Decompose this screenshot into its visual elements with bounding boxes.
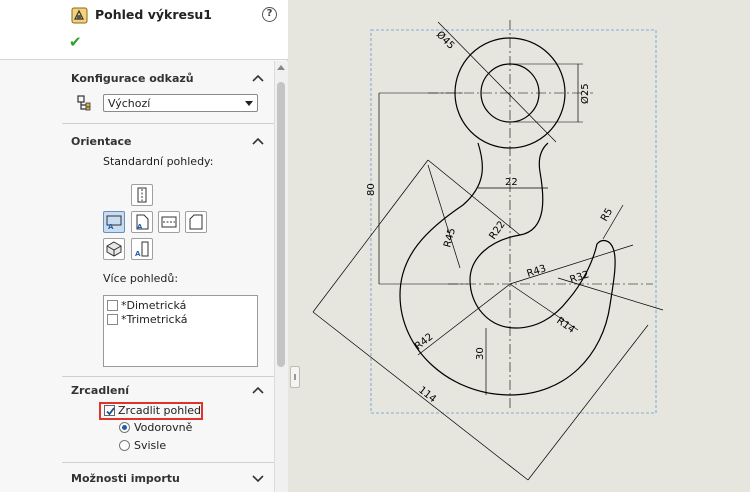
list-item-label: *Dimetrická <box>121 299 187 312</box>
panel-header: Pohled výkresu1 ? ✔ <box>0 0 288 60</box>
checkbox[interactable] <box>107 314 118 325</box>
view-bottom-button[interactable] <box>158 211 180 233</box>
standard-views-label: Standardní pohledy: <box>103 155 214 168</box>
dim-r42-leader <box>417 283 511 356</box>
dim-label-r14: R14 <box>554 315 576 335</box>
dim-label-l114: 114 <box>416 385 438 405</box>
list-item-trimetric[interactable]: *Trimetrická <box>107 313 188 327</box>
panel-left-strip <box>0 61 62 492</box>
drawing-view-icon <box>71 7 88 24</box>
drawing-canvas[interactable]: Ø45 Ø25 22 80 R45 R22 R5 R43 R32 R42 R14… <box>288 0 750 492</box>
scroll-up-arrow-icon[interactable] <box>277 65 285 70</box>
dim-label-h80: 80 <box>366 183 377 196</box>
chevron-up-icon[interactable] <box>252 73 264 83</box>
chevron-up-icon[interactable] <box>252 385 264 395</box>
dim-label-r43: R43 <box>526 263 548 280</box>
dropdown-arrow-icon <box>245 101 253 106</box>
more-views-label: Více pohledů: <box>103 272 179 285</box>
dim-114-c <box>527 324 649 481</box>
scrollbar-thumb[interactable] <box>277 82 285 367</box>
bottom-view-icon <box>161 216 177 228</box>
hook-drawing: Ø45 Ø25 22 80 R45 R22 R5 R43 R32 R42 R14… <box>312 20 664 481</box>
section-mirror-header[interactable]: Zrcadlení <box>62 379 274 401</box>
left-view-icon <box>189 214 203 230</box>
section-orientation-title: Orientace <box>71 135 132 148</box>
mirror-view-label[interactable]: Zrcadlit pohled <box>118 404 201 417</box>
chevron-down-icon[interactable] <box>252 473 264 483</box>
radio-horizontal[interactable] <box>119 422 130 433</box>
right-view-icon: A <box>136 214 149 230</box>
dim-label-v30: 30 <box>475 347 486 360</box>
back-view-icon: A <box>135 241 149 257</box>
vertical-label[interactable]: Svisle <box>134 439 166 452</box>
dim-label-r42: R42 <box>413 332 435 353</box>
section-mirror-title: Zrcadlení <box>71 384 130 397</box>
panel-title: Pohled výkresu1 <box>95 7 212 22</box>
radio-vertical[interactable] <box>119 440 130 451</box>
dim-label-r5: R5 <box>599 206 615 223</box>
dim-r45-leader <box>427 164 461 269</box>
view-top-button[interactable] <box>131 184 153 206</box>
dim-r22-leader <box>427 159 521 236</box>
section-divider <box>62 462 274 463</box>
top-view-icon <box>137 187 147 203</box>
checkbox[interactable] <box>107 300 118 311</box>
chevron-up-icon[interactable] <box>252 136 264 146</box>
dim-label-w22: 22 <box>505 177 518 188</box>
view-back-button[interactable]: A <box>131 238 153 260</box>
section-orientation-header[interactable]: Orientace <box>62 130 274 152</box>
view-isometric-button[interactable] <box>103 238 125 260</box>
horizontal-label[interactable]: Vodorovně <box>134 421 192 434</box>
reference-config-select[interactable]: Výchozí <box>103 94 258 112</box>
section-reference-config-title: Konfigurace odkazů <box>71 72 194 85</box>
section-reference-config-header[interactable]: Konfigurace odkazů <box>62 67 274 89</box>
mirror-view-checkbox[interactable] <box>104 405 115 416</box>
view-right-button[interactable]: A <box>131 211 153 233</box>
more-views-list[interactable]: *Dimetrická *Trimetrická <box>103 295 258 367</box>
grip-handle-icon <box>294 374 297 380</box>
dim-label-r45: R45 <box>442 227 458 249</box>
svg-text:A: A <box>137 223 143 230</box>
section-divider <box>62 123 274 124</box>
dim-label-d45: Ø45 <box>434 29 457 52</box>
checkmark-icon[interactable]: ✔ <box>69 33 82 51</box>
list-item-dimetric[interactable]: *Dimetrická <box>107 299 186 313</box>
checkmark-icon <box>106 407 115 416</box>
view-left-button[interactable] <box>185 211 207 233</box>
list-item-label: *Trimetrická <box>121 313 188 326</box>
reference-config-value: Výchozí <box>108 97 151 110</box>
front-view-icon: A <box>106 215 122 230</box>
section-import-options-title: Možnosti importu <box>71 472 180 485</box>
dim-label-d25: Ø25 <box>579 83 591 104</box>
svg-text:A: A <box>108 223 114 230</box>
configuration-icon <box>77 95 91 111</box>
isometric-view-icon <box>106 241 122 257</box>
section-import-options-header[interactable]: Možnosti importu <box>62 467 274 489</box>
svg-text:A: A <box>135 250 141 257</box>
view-front-button[interactable]: A <box>103 211 125 233</box>
section-divider <box>62 376 274 377</box>
help-icon[interactable]: ? <box>262 7 277 22</box>
dim-114-a <box>312 159 429 313</box>
